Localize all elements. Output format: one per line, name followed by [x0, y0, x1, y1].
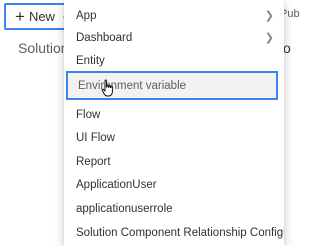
menu-item-label: App — [76, 10, 97, 22]
menu-item-label: Solution Component Relationship Configur… — [76, 227, 284, 239]
menu-item-dashboard[interactable]: Dashboard ❯ — [64, 26, 284, 50]
menu-item-label: applicationuserrole — [76, 203, 173, 215]
menu-item-cut-off[interactable] — [64, 241, 284, 246]
menu-item-label: Flow — [76, 109, 101, 121]
menu-item-label: Dashboard — [76, 32, 133, 44]
menu-item-app[interactable]: App ❯ — [64, 4, 284, 28]
menu-item-applicationuserrole[interactable]: applicationuserrole — [64, 197, 284, 221]
new-button[interactable]: + New ⌄ — [4, 3, 72, 30]
plus-icon: + — [15, 7, 25, 26]
chevron-right-icon: ❯ — [264, 10, 274, 22]
new-dropdown-menu: App ❯ Dashboard ❯ Entity Environment var… — [64, 0, 284, 246]
menu-item-ui-flow[interactable]: UI Flow — [64, 126, 284, 150]
chevron-right-icon: ❯ — [264, 32, 274, 44]
menu-item-entity[interactable]: Entity — [64, 49, 284, 73]
hand-pointer-icon — [101, 79, 113, 97]
menu-item-label: ApplicationUser — [76, 179, 157, 191]
new-button-label: New — [28, 9, 55, 24]
menu-item-label: UI Flow — [76, 132, 115, 144]
menu-item-report[interactable]: Report — [64, 150, 284, 174]
menu-item-label: Report — [76, 156, 111, 168]
partial-heading-text: o — [283, 40, 291, 56]
menu-item-applicationuser[interactable]: ApplicationUser — [64, 173, 284, 197]
menu-item-environment-variable[interactable]: Environment variable — [66, 71, 278, 100]
menu-item-label: Environment variable — [78, 79, 187, 92]
menu-item-label: Entity — [76, 55, 105, 67]
menu-item-flow[interactable]: Flow — [64, 103, 284, 127]
